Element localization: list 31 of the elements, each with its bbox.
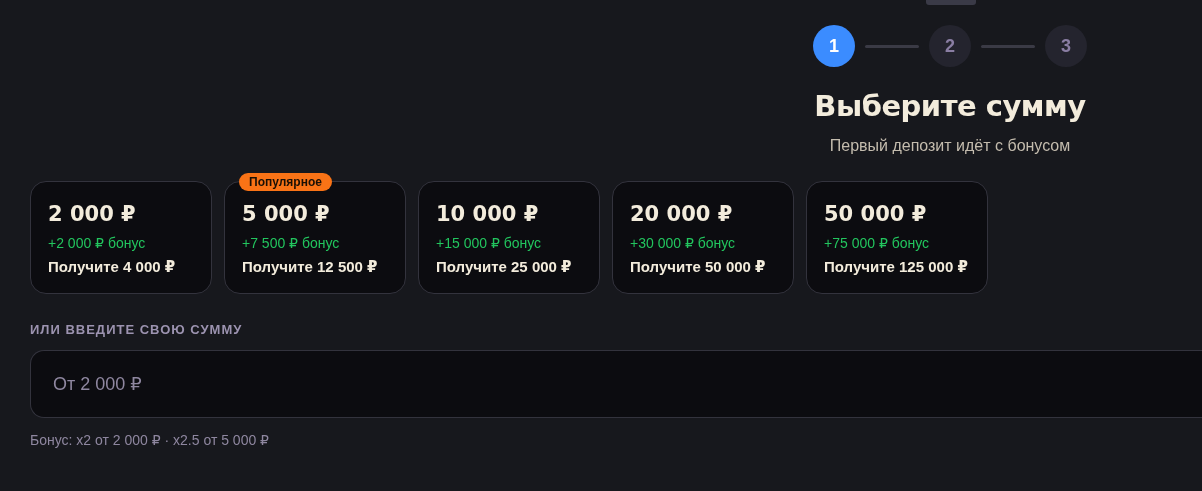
step-indicator: 3: [1045, 25, 1087, 67]
step-indicator: 2: [929, 25, 971, 67]
amount-value: 20 000 ₽: [630, 202, 734, 226]
total-text: Получите 50 000 ₽: [630, 258, 767, 276]
total-text: Получите 12 500 ₽: [242, 258, 379, 276]
field-label: ИЛИ ВВЕДИТЕ СВОЮ СУММУ: [30, 322, 244, 337]
step-connector: [981, 44, 1035, 48]
bonus-text: +30 000 ₽ бонус: [630, 235, 737, 251]
amount-card[interactable]: 20 000 ₽ +30 000 ₽ бонус Получите 50 000 ₽: [612, 181, 794, 294]
subtitle: Первый депозит идёт с бонусом: [829, 137, 1071, 155]
step-connector: [865, 44, 919, 48]
page-title: Выберите сумму: [814, 89, 1086, 123]
bonus-text: +15 000 ₽ бонус: [436, 235, 543, 251]
bonus-text: +75 000 ₽ бонус: [824, 235, 931, 251]
bonus-text: +7 500 ₽ бонус: [242, 235, 341, 251]
amount-value: 10 000 ₽: [436, 202, 540, 226]
hint-text: Бонус: x2 от 2 000 ₽ · x2.5 от 5 000 ₽: [30, 432, 271, 448]
step-indicator: 1: [813, 25, 855, 67]
total-text: Получите 25 000 ₽: [436, 258, 573, 276]
amount-input[interactable]: От 2 000 ₽: [30, 350, 1202, 418]
amount-card[interactable]: 10 000 ₽ +15 000 ₽ бонус Получите 25 000 ₽: [418, 181, 600, 294]
drag-handle[interactable]: [926, 0, 976, 5]
amount-value: 2 000 ₽: [48, 202, 137, 226]
popular-badge: Популярное: [239, 173, 332, 191]
bonus-text: +2 000 ₽ бонус: [48, 235, 147, 251]
amount-value: 50 000 ₽: [824, 202, 928, 226]
total-text: Получите 125 000 ₽: [824, 258, 969, 276]
total-text: Получите 4 000 ₽: [48, 258, 177, 276]
amount-value: 5 000 ₽: [242, 202, 331, 226]
amount-card[interactable]: 50 000 ₽ +75 000 ₽ бонус Получите 125 000 ₽: [806, 181, 988, 294]
amount-card[interactable]: 2 000 ₽ +2 000 ₽ бонус Получите 4 000 ₽: [30, 181, 212, 294]
